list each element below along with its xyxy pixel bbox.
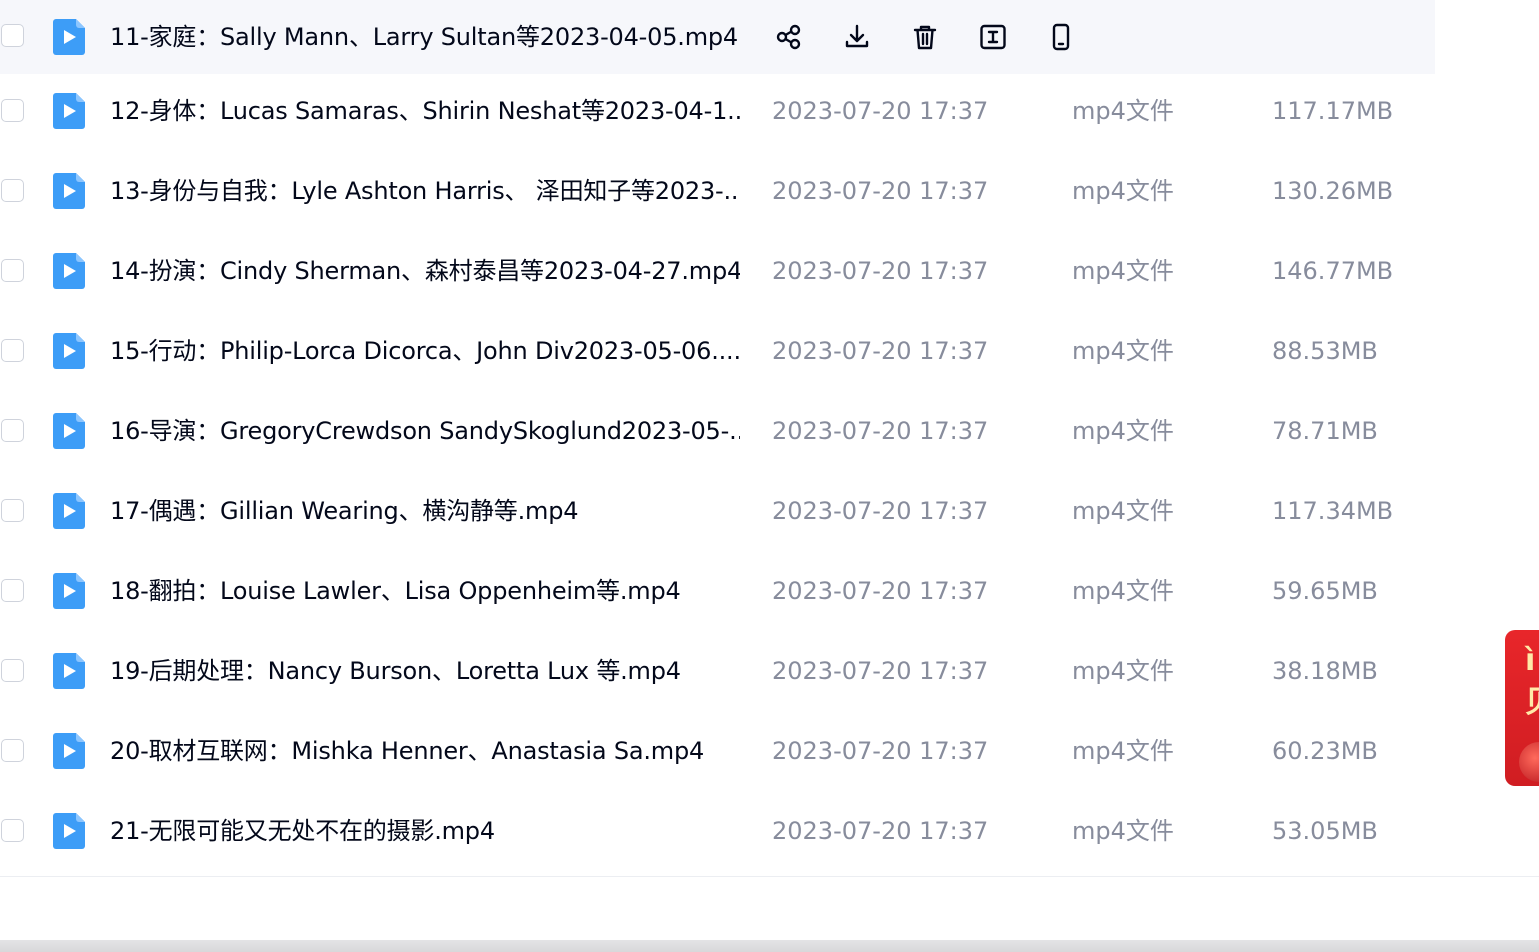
modified-date: 2023-07-20 17:37 xyxy=(772,737,989,765)
file-row[interactable]: 12-身体：Lucas Samaras、Shirin Neshat等2023-0… xyxy=(0,74,1435,154)
file-name[interactable]: 17-偶遇：Gillian Wearing、横沟静等.mp4 xyxy=(110,474,578,554)
file-size: 59.65MB xyxy=(1272,577,1378,605)
file-name[interactable]: 11-家庭：Sally Mann、Larry Sultan等2023-04-05… xyxy=(110,0,738,74)
file-size: 117.17MB xyxy=(1272,97,1394,125)
file-type: mp4文件 xyxy=(1072,737,1174,765)
file-type: mp4文件 xyxy=(1072,337,1174,365)
file-size: 38.18MB xyxy=(1272,657,1378,685)
file-row[interactable]: 21-无限可能又无处不在的摄影.mp4 2023-07-20 17:37 mp4… xyxy=(0,794,1435,874)
download-icon[interactable] xyxy=(838,18,876,56)
file-name[interactable]: 18-翻拍：Louise Lawler、Lisa Oppenheim等.mp4 xyxy=(110,554,681,634)
file-size: 117.34MB xyxy=(1272,497,1394,525)
modified-date: 2023-07-20 17:37 xyxy=(772,337,989,365)
file-list: 11-家庭：Sally Mann、Larry Sultan等2023-04-05… xyxy=(0,0,1539,874)
video-file-icon xyxy=(52,812,86,850)
row-checkbox[interactable] xyxy=(1,179,24,202)
row-checkbox[interactable] xyxy=(1,339,24,362)
file-type: mp4文件 xyxy=(1072,177,1174,205)
file-row[interactable]: 13-身份与自我：Lyle Ashton Harris、 泽田知子等2023-.… xyxy=(0,154,1435,234)
promo-text-line2: 贝 xyxy=(1525,688,1539,718)
modified-date: 2023-07-20 17:37 xyxy=(772,497,989,525)
modified-date: 2023-07-20 17:37 xyxy=(772,417,989,445)
file-name[interactable]: 15-行动：Philip-Lorca Dicorca、John Div2023-… xyxy=(110,314,740,394)
file-row[interactable]: 19-后期处理：Nancy Burson、Loretta Lux 等.mp4 2… xyxy=(0,634,1435,714)
promo-side-banner[interactable]: ì 贝 xyxy=(1505,630,1539,786)
row-checkbox[interactable] xyxy=(1,99,24,122)
row-checkbox[interactable] xyxy=(1,499,24,522)
file-row[interactable]: 15-行动：Philip-Lorca Dicorca、John Div2023-… xyxy=(0,314,1435,394)
file-size: 78.71MB xyxy=(1272,417,1378,445)
file-row[interactable]: 16-导演：GregoryCrewdson SandySkoglund2023-… xyxy=(0,394,1435,474)
file-name[interactable]: 19-后期处理：Nancy Burson、Loretta Lux 等.mp4 xyxy=(110,634,681,714)
share-icon[interactable] xyxy=(770,18,808,56)
phone-icon[interactable] xyxy=(1042,18,1080,56)
file-name[interactable]: 14-扮演：Cindy Sherman、森村泰昌等2023-04-27.mp4 xyxy=(110,234,740,314)
file-type: mp4文件 xyxy=(1072,417,1174,445)
row-checkbox[interactable] xyxy=(1,739,24,762)
video-file-icon xyxy=(52,572,86,610)
modified-date: 2023-07-20 17:37 xyxy=(772,657,989,685)
row-checkbox[interactable] xyxy=(1,24,24,47)
file-type: mp4文件 xyxy=(1072,817,1174,845)
file-size: 60.23MB xyxy=(1272,737,1378,765)
modified-date: 2023-07-20 17:37 xyxy=(772,97,989,125)
file-type: mp4文件 xyxy=(1072,577,1174,605)
red-envelope-coin-icon xyxy=(1519,742,1539,782)
delete-icon[interactable] xyxy=(906,18,944,56)
rename-icon[interactable] xyxy=(974,18,1012,56)
window-bottom-edge xyxy=(0,940,1539,952)
list-bottom-divider xyxy=(0,876,1539,877)
file-name[interactable]: 16-导演：GregoryCrewdson SandySkoglund2023-… xyxy=(110,394,740,474)
video-file-icon xyxy=(52,92,86,130)
video-file-icon xyxy=(52,412,86,450)
video-file-icon xyxy=(52,332,86,370)
video-file-icon xyxy=(52,652,86,690)
row-checkbox[interactable] xyxy=(1,419,24,442)
file-size: 88.53MB xyxy=(1272,337,1378,365)
file-row[interactable]: 11-家庭：Sally Mann、Larry Sultan等2023-04-05… xyxy=(0,0,1435,74)
video-file-icon xyxy=(52,18,86,56)
promo-text-line1: ì xyxy=(1525,643,1536,678)
file-type: mp4文件 xyxy=(1072,657,1174,685)
row-checkbox[interactable] xyxy=(1,579,24,602)
row-actions xyxy=(770,18,1080,56)
file-row[interactable]: 17-偶遇：Gillian Wearing、横沟静等.mp4 2023-07-2… xyxy=(0,474,1435,554)
file-type: mp4文件 xyxy=(1072,257,1174,285)
modified-date: 2023-07-20 17:37 xyxy=(772,577,989,605)
file-size: 53.05MB xyxy=(1272,817,1378,845)
modified-date: 2023-07-20 17:37 xyxy=(772,257,989,285)
file-name[interactable]: 21-无限可能又无处不在的摄影.mp4 xyxy=(110,794,495,874)
file-name[interactable]: 13-身份与自我：Lyle Ashton Harris、 泽田知子等2023-.… xyxy=(110,154,740,234)
file-size: 130.26MB xyxy=(1272,177,1394,205)
video-file-icon xyxy=(52,172,86,210)
file-type: mp4文件 xyxy=(1072,497,1174,525)
file-name[interactable]: 20-取材互联网：Mishka Henner、Anastasia Sa.mp4 xyxy=(110,714,704,794)
row-checkbox[interactable] xyxy=(1,659,24,682)
file-row[interactable]: 14-扮演：Cindy Sherman、森村泰昌等2023-04-27.mp4 … xyxy=(0,234,1435,314)
video-file-icon xyxy=(52,252,86,290)
file-row[interactable]: 20-取材互联网：Mishka Henner、Anastasia Sa.mp4 … xyxy=(0,714,1435,794)
video-file-icon xyxy=(52,492,86,530)
file-row[interactable]: 18-翻拍：Louise Lawler、Lisa Oppenheim等.mp4 … xyxy=(0,554,1435,634)
row-checkbox[interactable] xyxy=(1,259,24,282)
modified-date: 2023-07-20 17:37 xyxy=(772,817,989,845)
file-type: mp4文件 xyxy=(1072,97,1174,125)
file-size: 146.77MB xyxy=(1272,257,1394,285)
modified-date: 2023-07-20 17:37 xyxy=(772,177,989,205)
row-checkbox[interactable] xyxy=(1,819,24,842)
file-name[interactable]: 12-身体：Lucas Samaras、Shirin Neshat等2023-0… xyxy=(110,74,740,154)
video-file-icon xyxy=(52,732,86,770)
